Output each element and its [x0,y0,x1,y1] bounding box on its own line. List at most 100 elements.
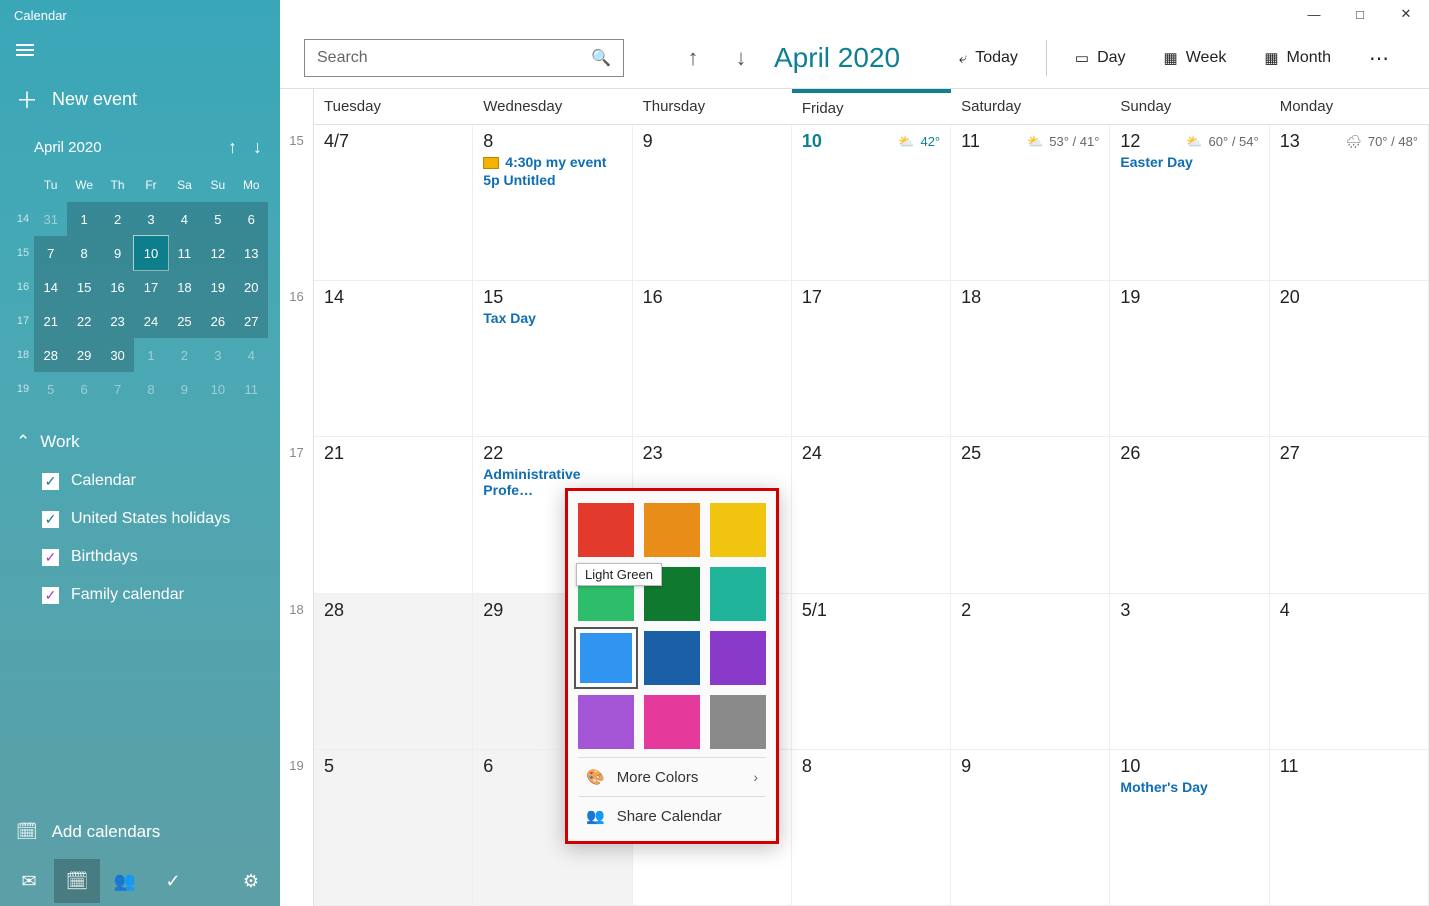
account-header-work[interactable]: ⌃ Work [16,422,264,462]
color-swatch[interactable] [644,695,700,749]
close-button[interactable]: ✕ [1383,0,1429,28]
day-cell[interactable]: 19 [1110,281,1269,437]
next-period-button[interactable]: ↓ [722,39,760,77]
day-cell[interactable]: 17 [792,281,951,437]
mini-day[interactable]: 1 [134,338,167,372]
people-button[interactable]: 👥 [102,859,148,903]
mini-day[interactable]: 28 [34,338,67,372]
color-swatch[interactable] [710,631,766,685]
mini-day[interactable]: 11 [235,372,268,406]
maximize-button[interactable]: □ [1337,0,1383,28]
mini-day[interactable]: 23 [101,304,134,338]
mini-day[interactable]: 13 [235,236,268,270]
event[interactable]: 4:30p my event [483,154,621,170]
day-cell[interactable]: 2 [951,594,1110,750]
mini-day[interactable]: 4 [235,338,268,372]
mini-day[interactable]: 16 [101,270,134,304]
day-cell[interactable]: 13🌧70° / 48° [1270,125,1429,281]
mini-day[interactable]: 31 [34,202,67,236]
day-cell[interactable]: 4 [1270,594,1429,750]
day-cell[interactable]: 18 [951,281,1110,437]
day-cell[interactable]: 20 [1270,281,1429,437]
week-view-button[interactable]: ▦Week [1150,39,1241,77]
mini-day[interactable]: 7 [34,236,67,270]
day-cell[interactable]: 3 [1110,594,1269,750]
mini-day[interactable]: 12 [201,236,234,270]
day-cell[interactable]: 10⛅42° [792,125,951,281]
day-view-button[interactable]: ▭Day [1061,39,1140,77]
mini-day[interactable]: 10 [201,372,234,406]
day-cell[interactable]: 28 [314,594,473,750]
hamburger-button[interactable] [0,29,280,71]
color-swatch[interactable] [578,503,634,557]
today-button[interactable]: ⤶Today [945,39,1032,77]
mini-day[interactable]: 27 [235,304,268,338]
color-swatch[interactable] [710,503,766,557]
mini-day[interactable]: 26 [201,304,234,338]
mini-day[interactable]: 25 [168,304,201,338]
day-cell[interactable]: 84:30p my event5p Untitled [473,125,632,281]
mini-day[interactable]: 21 [34,304,67,338]
mini-day[interactable]: 17 [134,270,167,304]
mini-day[interactable]: 22 [67,304,100,338]
day-cell[interactable]: 14 [314,281,473,437]
current-month-label[interactable]: April 2020 [774,42,900,74]
day-cell[interactable]: 27 [1270,437,1429,593]
todo-button[interactable]: ✓ [150,859,196,903]
mini-day[interactable]: 24 [134,304,167,338]
settings-button[interactable]: ⚙ [228,859,274,903]
new-event-button[interactable]: ＋ New event [0,71,280,127]
mini-day[interactable]: 18 [168,270,201,304]
mini-day[interactable]: 10 [134,236,167,270]
mini-day[interactable]: 9 [168,372,201,406]
more-colors-button[interactable]: 🎨 More Colors › [578,757,766,796]
color-swatch[interactable] [644,503,700,557]
mini-day[interactable]: 3 [201,338,234,372]
search-input[interactable]: Search 🔍 [304,39,624,77]
calendar-checkbox-item[interactable]: ✓Birthdays [16,538,264,576]
add-calendars-button[interactable]: 🗓 Add calendars [0,808,280,856]
minimize-button[interactable]: — [1291,0,1337,28]
mini-day[interactable]: 3 [134,202,167,236]
mini-day[interactable]: 5 [201,202,234,236]
color-swatch[interactable] [710,567,766,621]
day-cell[interactable]: 9 [633,125,792,281]
event[interactable]: Tax Day [483,310,621,326]
mini-day[interactable]: 2 [101,202,134,236]
day-cell[interactable]: 11 [1270,750,1429,906]
day-cell[interactable]: 12⛅60° / 54°Easter Day [1110,125,1269,281]
mini-day[interactable]: 5 [34,372,67,406]
day-cell[interactable]: 4/7 [314,125,473,281]
day-cell[interactable]: 5 [314,750,473,906]
calendar-checkbox-item[interactable]: ✓Calendar [16,462,264,500]
mini-day[interactable]: 19 [201,270,234,304]
event[interactable]: Easter Day [1120,154,1258,170]
day-cell[interactable]: 10Mother's Day [1110,750,1269,906]
mini-day[interactable]: 2 [168,338,201,372]
mini-day[interactable]: 8 [134,372,167,406]
calendar-checkbox-item[interactable]: ✓Family calendar [16,576,264,614]
day-cell[interactable]: 8 [792,750,951,906]
day-cell[interactable]: 5/1 [792,594,951,750]
color-swatch[interactable] [578,631,634,685]
calendar-button[interactable]: 🗓 [54,859,100,903]
day-cell[interactable]: 15Tax Day [473,281,632,437]
day-cell[interactable]: 25 [951,437,1110,593]
day-cell[interactable]: 11⛅53° / 41° [951,125,1110,281]
mini-day[interactable]: 14 [34,270,67,304]
day-cell[interactable]: 9 [951,750,1110,906]
color-swatch[interactable] [578,695,634,749]
event[interactable]: Mother's Day [1120,779,1258,795]
mini-day[interactable]: 6 [235,202,268,236]
day-cell[interactable]: 21 [314,437,473,593]
mini-day[interactable]: 29 [67,338,100,372]
mini-day[interactable]: 15 [67,270,100,304]
mini-day[interactable]: 11 [168,236,201,270]
color-swatch[interactable] [644,631,700,685]
mini-day[interactable]: 20 [235,270,268,304]
share-calendar-button[interactable]: 👥 Share Calendar [578,796,766,835]
mini-day[interactable]: 7 [101,372,134,406]
month-view-button[interactable]: ▦Month [1250,39,1345,77]
mini-next-month[interactable]: ↓ [253,137,262,158]
day-cell[interactable]: 16 [633,281,792,437]
